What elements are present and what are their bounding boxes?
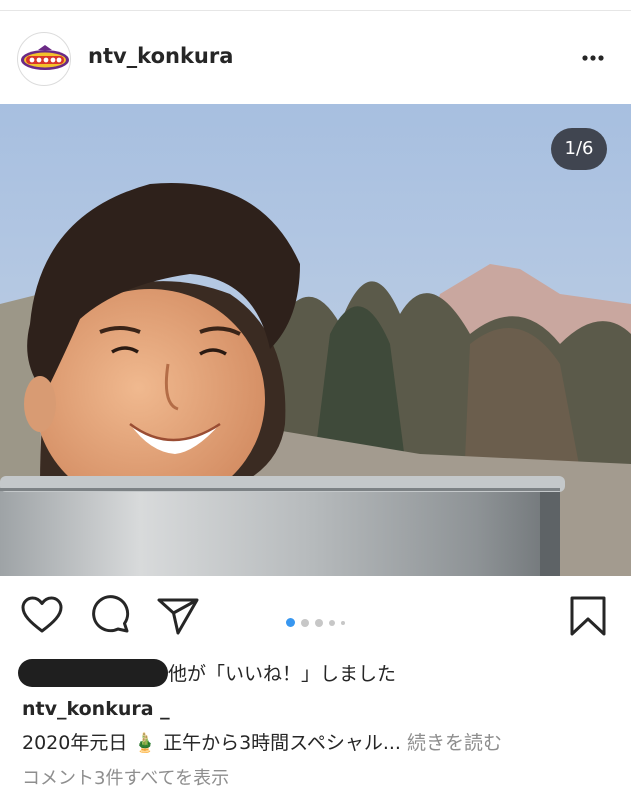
carousel-dot	[329, 619, 335, 626]
carousel-dot	[315, 618, 323, 627]
photo-man-in-bath-barrel	[0, 104, 631, 576]
caption-text: 2020年元日 🎍 正午から3時間スペシャル...	[22, 732, 401, 754]
carousel-dot-active	[286, 618, 295, 627]
more-horizontal-icon[interactable]	[579, 48, 607, 68]
post-username[interactable]: ntv_konkura	[88, 44, 233, 68]
likes-text: 他が「いいね！」しました	[168, 663, 397, 685]
caption: 2020年元日 🎍 正午から3時間スペシャル... 続きを読む	[22, 728, 502, 755]
action-bar	[0, 592, 631, 642]
show-logo-icon	[21, 45, 69, 70]
top-divider	[0, 10, 631, 11]
caption-username[interactable]: ntv_konkura _	[22, 698, 170, 720]
redacted-username	[18, 659, 168, 687]
read-more-link[interactable]: 続きを読む	[407, 732, 502, 754]
view-all-comments-link[interactable]: コメント3件すべてを表示	[22, 764, 229, 790]
carousel-dot	[341, 620, 345, 625]
carousel-indicator	[0, 612, 631, 627]
media-counter: 1/6	[551, 128, 607, 170]
post-header: ntv_konkura	[0, 28, 631, 88]
account-avatar[interactable]	[17, 32, 71, 86]
post-photo[interactable]: 1/6	[0, 104, 631, 576]
carousel-dot	[301, 618, 309, 627]
likes-summary[interactable]: 他が「いいね！」しました	[18, 655, 618, 687]
bookmark-icon[interactable]	[566, 594, 610, 638]
